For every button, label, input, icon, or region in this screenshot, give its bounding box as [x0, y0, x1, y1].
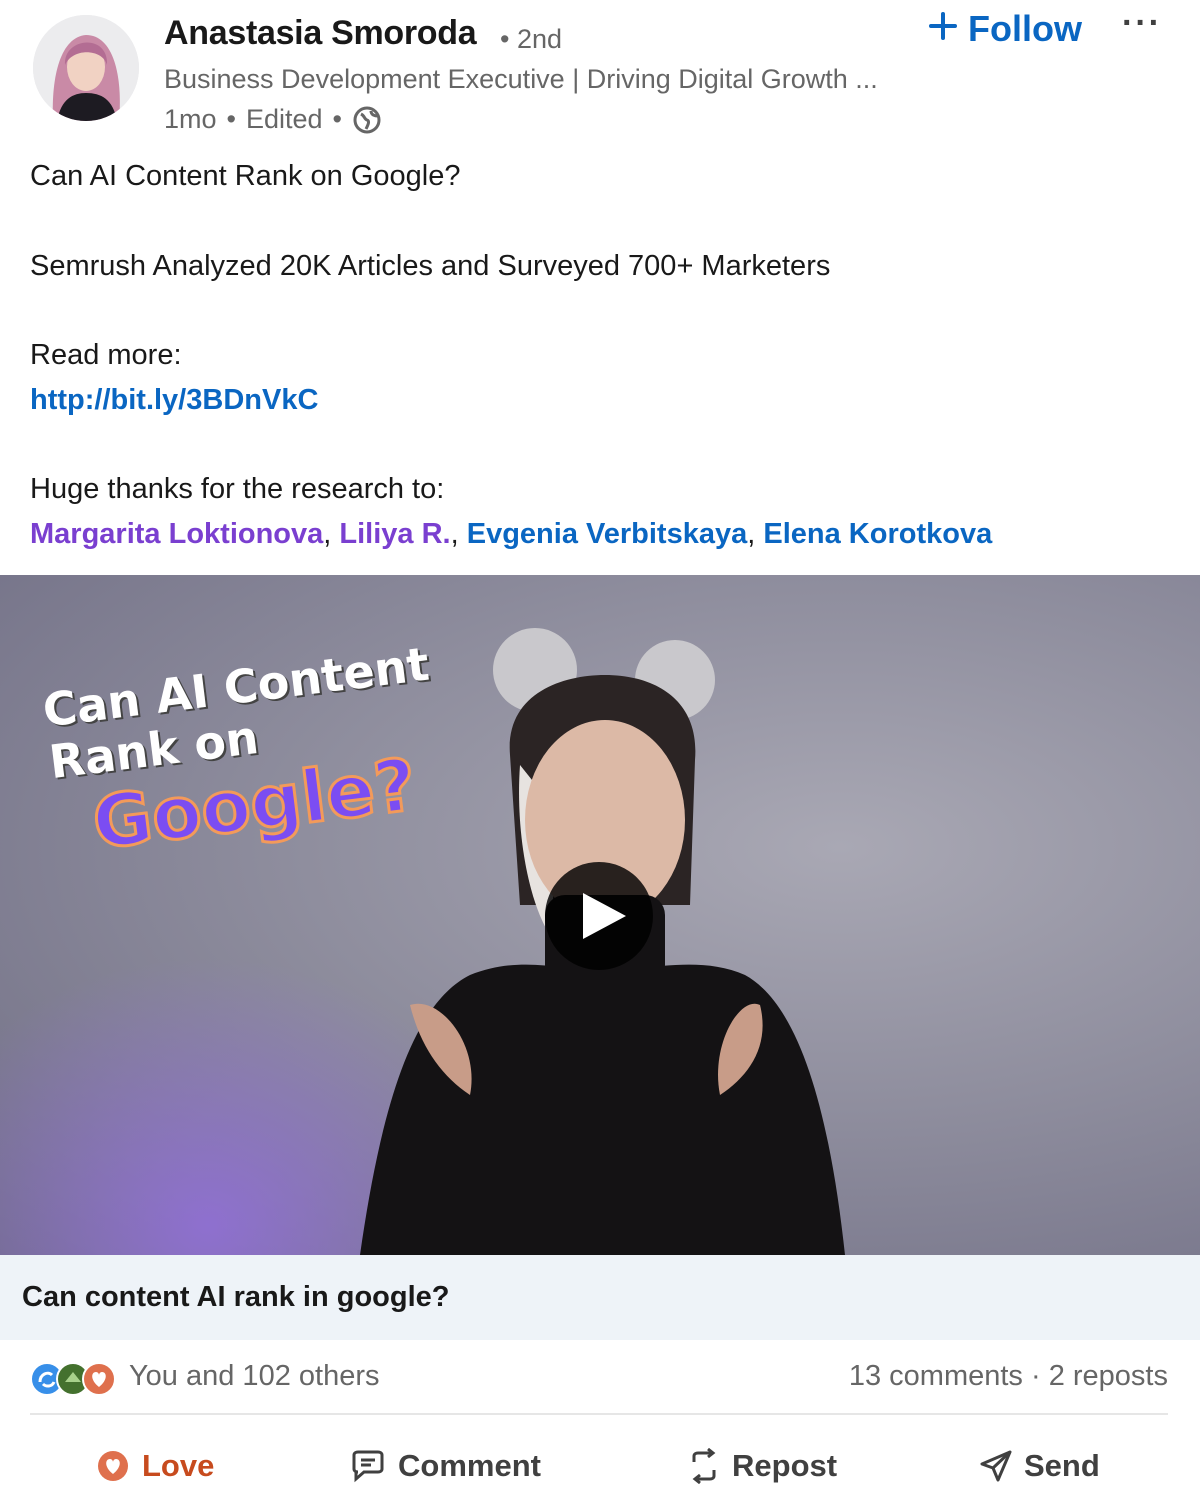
post-line-3: Read more:: [30, 339, 182, 371]
reactions-count[interactable]: You and 102 others: [129, 1360, 379, 1393]
mention-link[interactable]: Liliya R.: [339, 518, 450, 550]
comment-icon: [352, 1450, 384, 1483]
post-link[interactable]: http://bit.ly/3BDnVkC: [30, 384, 318, 417]
mention-separator: ,: [747, 518, 764, 550]
love-icon: [98, 1451, 128, 1481]
mention-link[interactable]: Evgenia Verbitskaya: [467, 518, 748, 550]
meta-separator: •: [332, 104, 342, 134]
mention-separator: ,: [450, 518, 467, 550]
follow-label: Follow: [968, 8, 1082, 49]
mention-link[interactable]: Elena Korotkova: [763, 518, 992, 550]
comment-label: Comment: [398, 1448, 541, 1483]
connection-degree: • 2nd: [500, 24, 563, 54]
linkedin-post: Anastasia Smoroda • 2nd Business Develop…: [0, 0, 1200, 1512]
author-headline: Business Development Executive | Driving…: [164, 64, 878, 94]
author-avatar[interactable]: [33, 15, 139, 121]
love-button[interactable]: Love: [96, 1448, 214, 1484]
repost-icon: [692, 1448, 716, 1484]
more-options-button[interactable]: ···: [1122, 4, 1162, 43]
reposts-count[interactable]: 2 reposts: [1049, 1360, 1168, 1392]
mention-separator: ,: [323, 518, 340, 550]
meta-separator: •: [226, 104, 236, 134]
send-button[interactable]: Send: [980, 1448, 1100, 1484]
send-icon: [980, 1450, 1012, 1482]
post-line-1: Can AI Content Rank on Google?: [30, 160, 461, 192]
play-button[interactable]: [545, 862, 653, 970]
post-time: 1mo: [164, 104, 217, 134]
mention-link[interactable]: Margarita Loktionova: [30, 518, 323, 550]
video-caption-bar[interactable]: Can content AI rank in google?: [0, 1255, 1200, 1340]
author-name[interactable]: Anastasia Smoroda: [164, 14, 477, 53]
plus-icon: [928, 8, 958, 50]
post-line-4: Huge thanks for the research to:: [30, 473, 445, 505]
repost-label: Repost: [732, 1448, 838, 1483]
follow-button[interactable]: Follow: [928, 8, 1082, 50]
reaction-icons[interactable]: [30, 1362, 120, 1396]
play-icon: [583, 893, 626, 939]
video-caption: Can content AI rank in google?: [22, 1281, 450, 1313]
engagement-counts: 13 comments · 2 reposts: [849, 1360, 1168, 1393]
love-label: Love: [142, 1448, 215, 1483]
mentions-row: Margarita Loktionova, Liliya R., Evgenia…: [30, 518, 992, 551]
comment-button[interactable]: Comment: [350, 1448, 541, 1484]
counts-separator: ·: [1022, 1360, 1049, 1392]
send-label: Send: [1024, 1448, 1100, 1483]
video-player[interactable]: Can AI Content Rank on Google?: [0, 575, 1200, 1255]
love-icon: [82, 1362, 116, 1396]
globe-icon: [352, 105, 382, 135]
post-meta: 1mo • Edited •: [164, 104, 382, 135]
repost-button[interactable]: Repost: [688, 1448, 837, 1484]
divider: [30, 1413, 1168, 1415]
edited-label: Edited: [245, 104, 323, 134]
post-line-2: Semrush Analyzed 20K Articles and Survey…: [30, 250, 831, 282]
comments-count[interactable]: 13 comments: [849, 1360, 1023, 1392]
